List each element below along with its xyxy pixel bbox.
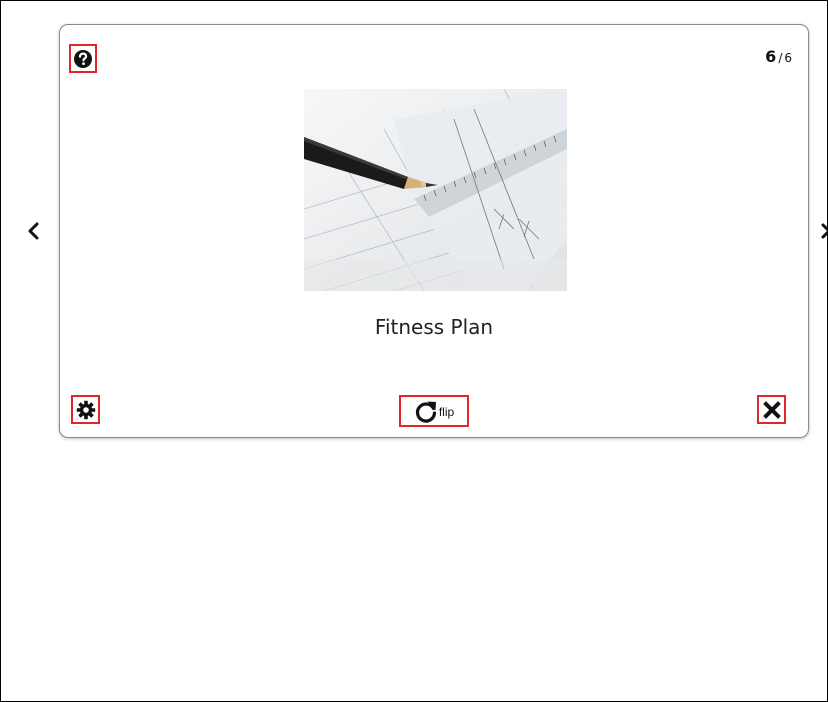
flip-button[interactable]: flip	[399, 395, 469, 427]
question-circle-icon	[74, 49, 92, 68]
close-icon	[762, 400, 781, 419]
chevron-right-icon	[821, 223, 828, 239]
total-card-number: 6	[784, 51, 792, 65]
next-card-button[interactable]	[819, 217, 828, 245]
gear-icon	[76, 400, 95, 419]
card-counter: 6/6	[765, 47, 792, 66]
counter-separator: /	[778, 51, 783, 65]
flip-label: flip	[438, 405, 455, 419]
close-button[interactable]	[757, 395, 786, 424]
flashcard: 6/6 Fitness Plan flip	[59, 24, 809, 438]
card-title: Fitness Plan	[374, 315, 494, 339]
card-image	[304, 89, 567, 291]
settings-button[interactable]	[71, 395, 100, 424]
help-button[interactable]	[69, 44, 97, 73]
rotate-icon	[415, 401, 436, 423]
pencil-ruler-image	[304, 89, 567, 291]
prev-card-button[interactable]	[23, 214, 45, 248]
current-card-number: 6	[765, 47, 777, 66]
chevron-left-icon	[28, 222, 39, 240]
